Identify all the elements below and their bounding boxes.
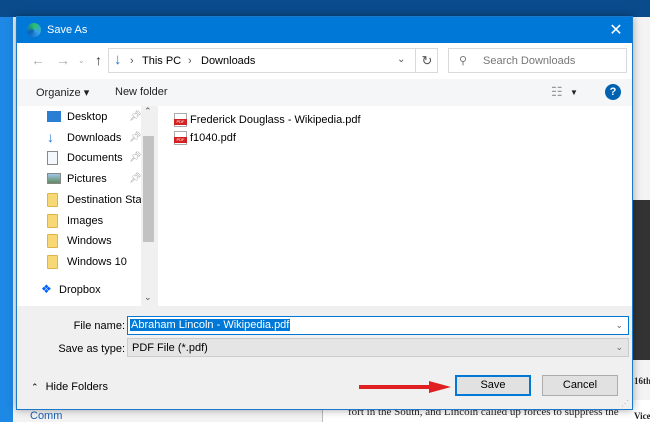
download-icon: ↓ xyxy=(114,51,122,68)
edge-icon xyxy=(27,23,41,37)
nav-item-windows-10[interactable]: Windows 10 xyxy=(47,253,155,273)
view-options-icon[interactable]: ☷ xyxy=(551,84,563,100)
view-dropdown-icon[interactable]: ▼ xyxy=(570,88,578,97)
breadcrumb-this-pc[interactable]: This PC xyxy=(142,55,181,67)
forward-arrow-icon[interactable]: → xyxy=(56,52,70,68)
save-type-select[interactable]: PDF File (*.pdf) ⌄ xyxy=(127,338,629,357)
scrollbar-thumb[interactable] xyxy=(143,136,154,242)
back-arrow-icon[interactable]: ← xyxy=(31,52,45,68)
file-name-input[interactable]: Abraham Lincoln - Wikipedia.pdf ⌄ xyxy=(127,316,629,335)
file-list: PDF Frederick Douglass - Wikipedia.pdf PD… xyxy=(158,106,632,306)
save-as-dialog: Save As ✕ ← → ⌄ ↑ ↓ › This PC › Download… xyxy=(16,16,633,410)
background-side-text: 16th xyxy=(634,376,650,386)
folder-icon xyxy=(47,193,58,207)
hide-folders-label: Hide Folders xyxy=(45,381,108,393)
chevron-down-icon[interactable]: ⌄ xyxy=(397,54,405,65)
nav-item-pictures[interactable]: Pictures 📌︎ xyxy=(47,170,155,190)
folder-icon xyxy=(47,234,58,248)
file-name: Frederick Douglass - Wikipedia.pdf xyxy=(190,114,361,126)
nav-item-destination[interactable]: Destination Stati xyxy=(47,191,155,211)
pin-icon: 📌︎ xyxy=(129,111,142,122)
search-icon: ⚲ xyxy=(459,55,468,67)
save-type-value: PDF File (*.pdf) xyxy=(132,342,208,354)
nav-item-windows[interactable]: Windows xyxy=(47,232,155,252)
pdf-file-icon: PDF xyxy=(174,131,187,145)
refresh-icon[interactable]: ↻ xyxy=(415,49,438,72)
organize-button[interactable]: Organize ▾ xyxy=(36,86,89,99)
nav-item-label: Destination Stati xyxy=(67,194,148,206)
nav-item-label: Images xyxy=(67,215,104,227)
pin-icon: 📌︎ xyxy=(129,152,142,163)
nav-item-label: Windows 10 xyxy=(67,256,127,268)
title-bar: Save As ✕ xyxy=(17,17,632,43)
nav-item-label: Desktop xyxy=(67,111,108,123)
documents-icon xyxy=(47,151,58,165)
file-name-label: File name: xyxy=(73,320,125,332)
pictures-icon xyxy=(47,173,61,184)
save-button[interactable]: Save xyxy=(455,375,531,396)
navigation-pane: Desktop 📌︎ ↓ Downloads 📌︎ Documents 📌︎ Pictu… xyxy=(17,106,156,306)
background-side-text: Vice xyxy=(634,411,650,421)
breadcrumb-separator: › xyxy=(130,55,134,67)
folder-icon xyxy=(47,214,58,228)
toolbar: Organize ▾ New folder ☷ ▼ ? xyxy=(17,79,632,106)
nav-item-documents[interactable]: Documents 📌︎ xyxy=(47,149,155,169)
file-name: f1040.pdf xyxy=(190,132,236,144)
close-button[interactable]: ✕ xyxy=(605,20,627,40)
download-icon: ↓ xyxy=(47,129,54,145)
hide-folders-button[interactable]: ⌃ Hide Folders xyxy=(31,381,108,393)
nav-item-label: Pictures xyxy=(67,173,107,185)
pdf-file-icon: PDF xyxy=(174,113,187,127)
chevron-down-icon: ⌄ xyxy=(615,342,623,352)
background-link[interactable]: Comm xyxy=(30,410,62,422)
red-arrow-annotation xyxy=(359,381,451,393)
chevron-up-icon: ⌃ xyxy=(31,382,39,392)
pin-icon: 📌︎ xyxy=(129,132,142,143)
new-folder-button[interactable]: New folder xyxy=(115,86,168,98)
breadcrumb-separator: › xyxy=(188,55,192,67)
dropbox-icon: ❖ xyxy=(41,282,52,296)
save-type-label: Save as type: xyxy=(58,343,125,355)
up-arrow-icon[interactable]: ↑ xyxy=(95,52,102,68)
nav-item-label: Documents xyxy=(67,152,123,164)
search-input[interactable]: ⚲ Search Downloads xyxy=(448,48,627,73)
breadcrumb-downloads[interactable]: Downloads xyxy=(201,55,255,67)
scroll-down-icon[interactable]: ⌄ xyxy=(144,292,152,303)
nav-item-label: Downloads xyxy=(67,132,122,144)
folder-icon xyxy=(47,255,58,269)
pdf-photo xyxy=(632,200,650,360)
desktop-icon xyxy=(47,111,61,122)
scroll-up-icon[interactable]: ⌃ xyxy=(144,106,152,117)
recent-chevron-icon[interactable]: ⌄ xyxy=(78,56,85,65)
search-placeholder: Search Downloads xyxy=(483,55,576,67)
taskbar-background xyxy=(0,0,650,17)
cancel-button[interactable]: Cancel xyxy=(542,375,618,396)
nav-item-downloads[interactable]: ↓ Downloads 📌︎ xyxy=(47,129,155,149)
chevron-down-icon[interactable]: ⌄ xyxy=(615,320,623,331)
file-name-value: Abraham Lincoln - Wikipedia.pdf xyxy=(130,319,291,331)
dialog-title: Save As xyxy=(47,24,88,36)
nav-item-images[interactable]: Images xyxy=(47,212,155,232)
nav-item-label: Windows xyxy=(67,235,112,247)
pin-icon: 📌︎ xyxy=(129,173,142,184)
help-button[interactable]: ? xyxy=(605,84,621,100)
nav-item-desktop[interactable]: Desktop 📌︎ xyxy=(47,108,155,128)
desktop-edge xyxy=(0,17,13,422)
navigation-row: ← → ⌄ ↑ ↓ › This PC › Downloads ⌄ ↻ ⚲ Se… xyxy=(17,43,632,79)
resize-grip-icon[interactable]: ⋰ xyxy=(621,399,629,408)
nav-item-label: Dropbox xyxy=(59,284,101,296)
nav-item-dropbox[interactable]: ❖ Dropbox xyxy=(41,281,149,301)
address-bar[interactable]: ↓ › This PC › Downloads ⌄ ↻ xyxy=(108,48,438,73)
